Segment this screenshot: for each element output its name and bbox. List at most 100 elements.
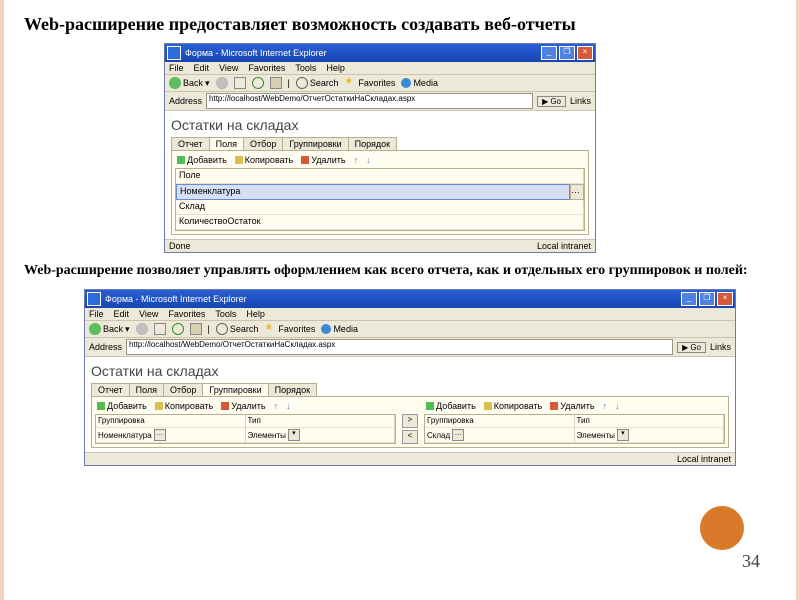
refresh-button[interactable] xyxy=(172,323,184,335)
grid-cell[interactable]: Номенклатура xyxy=(176,184,570,200)
menu-bar: File Edit View Favorites Tools Help xyxy=(165,62,595,75)
grid-cell[interactable]: Склад xyxy=(176,200,584,215)
menu-tools[interactable]: Tools xyxy=(215,309,236,319)
tab-fields[interactable]: Поля xyxy=(209,137,244,150)
delete-button[interactable]: Удалить xyxy=(301,155,345,165)
forward-button[interactable] xyxy=(136,323,148,335)
address-bar: Address http://localhost/WebDemo/ОтчетОс… xyxy=(165,92,595,111)
move-up-button[interactable]: ↑ xyxy=(274,401,279,411)
tab-filter[interactable]: Отбор xyxy=(243,137,283,150)
ie-logo-icon xyxy=(167,46,181,60)
delete-button[interactable]: Удалить xyxy=(221,401,265,411)
menu-help[interactable]: Help xyxy=(326,63,345,73)
add-button[interactable]: Добавить xyxy=(177,155,227,165)
tab-order[interactable]: Порядок xyxy=(348,137,397,150)
move-down-button[interactable]: ↓ xyxy=(615,401,620,411)
report-tabs: Отчет Поля Отбор Группировки Порядок xyxy=(171,137,589,150)
url-input[interactable]: http://localhost/WebDemo/ОтчетОстаткиНаС… xyxy=(206,93,533,109)
copy-button[interactable]: Копировать xyxy=(155,401,213,411)
report-tabs: Отчет Поля Отбор Группировки Порядок xyxy=(91,383,729,396)
slide-heading: Web-расширение предоставляет возможность… xyxy=(24,14,776,35)
toolbar: Back ▾ | Search ★Favorites Media xyxy=(165,75,595,92)
home-button[interactable] xyxy=(270,77,282,89)
back-button[interactable]: Back ▾ xyxy=(89,323,130,335)
back-icon xyxy=(89,323,101,335)
search-button[interactable]: Search xyxy=(296,77,339,89)
home-button[interactable] xyxy=(190,323,202,335)
stop-button[interactable] xyxy=(234,77,246,89)
ie-window-2: Форма - Microsoft Internet Explorer _ ❐ … xyxy=(84,289,736,466)
window-title: Форма - Microsoft Internet Explorer xyxy=(185,48,541,58)
grid-cell[interactable]: КоличествоОстаток xyxy=(176,215,584,230)
group-cell[interactable]: Номенклатура… xyxy=(96,428,246,443)
delete-button[interactable]: Удалить xyxy=(550,401,594,411)
move-left-button[interactable]: < xyxy=(402,430,418,444)
menu-file[interactable]: File xyxy=(169,63,184,73)
search-icon xyxy=(296,77,308,89)
tab-fields[interactable]: Поля xyxy=(129,383,164,396)
titlebar: Форма - Microsoft Internet Explorer _ ❐ … xyxy=(85,290,735,308)
media-button[interactable]: Media xyxy=(321,324,358,334)
move-right-button[interactable]: > xyxy=(402,414,418,428)
add-button[interactable]: Добавить xyxy=(426,401,476,411)
menu-file[interactable]: File xyxy=(89,309,104,319)
col-field: Поле xyxy=(176,169,584,184)
url-input[interactable]: http://localhost/WebDemo/ОтчетОстаткиНаС… xyxy=(126,339,673,355)
stop-button[interactable] xyxy=(154,323,166,335)
tab-groupings[interactable]: Группировки xyxy=(202,383,268,396)
menu-favorites[interactable]: Favorites xyxy=(168,309,205,319)
tab-filter[interactable]: Отбор xyxy=(163,383,203,396)
menu-view[interactable]: View xyxy=(219,63,238,73)
right-group-grid: ГруппировкаТип Склад… Элементы▾ xyxy=(424,414,725,444)
menu-tools[interactable]: Tools xyxy=(295,63,316,73)
minimize-button[interactable]: _ xyxy=(541,46,557,60)
type-cell[interactable]: Элементы▾ xyxy=(246,428,396,443)
tab-report[interactable]: Отчет xyxy=(91,383,130,396)
menu-view[interactable]: View xyxy=(139,309,158,319)
close-button[interactable]: × xyxy=(717,292,733,306)
slide-description: Web-расширение позволяет управлять оформ… xyxy=(24,263,776,279)
add-icon xyxy=(97,402,105,410)
menu-favorites[interactable]: Favorites xyxy=(248,63,285,73)
links-label[interactable]: Links xyxy=(710,342,731,352)
dropdown-icon[interactable]: ▾ xyxy=(617,429,629,441)
tab-groupings[interactable]: Группировки xyxy=(282,137,348,150)
links-label[interactable]: Links xyxy=(570,96,591,106)
tab-order[interactable]: Порядок xyxy=(268,383,317,396)
copy-icon xyxy=(235,156,243,164)
move-up-button[interactable]: ↑ xyxy=(354,155,359,165)
maximize-button[interactable]: ❐ xyxy=(699,292,715,306)
report-title: Остатки на складах xyxy=(91,363,729,379)
star-icon: ★ xyxy=(264,323,276,335)
forward-button[interactable] xyxy=(216,77,228,89)
add-button[interactable]: Добавить xyxy=(97,401,147,411)
menu-edit[interactable]: Edit xyxy=(114,309,130,319)
tab-report[interactable]: Отчет xyxy=(171,137,210,150)
copy-button[interactable]: Копировать xyxy=(484,401,542,411)
type-cell[interactable]: Элементы▾ xyxy=(575,428,725,443)
report-title: Остатки на складах xyxy=(171,117,589,133)
move-down-button[interactable]: ↓ xyxy=(366,155,371,165)
move-down-button[interactable]: ↓ xyxy=(286,401,291,411)
go-button[interactable]: ▶ Go xyxy=(537,96,566,107)
go-button[interactable]: ▶ Go xyxy=(677,342,706,353)
minimize-button[interactable]: _ xyxy=(681,292,697,306)
move-up-button[interactable]: ↑ xyxy=(603,401,608,411)
menu-edit[interactable]: Edit xyxy=(194,63,210,73)
window-title: Форма - Microsoft Internet Explorer xyxy=(105,294,681,304)
dropdown-icon[interactable]: … xyxy=(452,429,464,441)
cell-picker-button[interactable]: … xyxy=(570,184,584,200)
copy-button[interactable]: Копировать xyxy=(235,155,293,165)
back-button[interactable]: Back ▾ xyxy=(169,77,210,89)
dropdown-icon[interactable]: ▾ xyxy=(288,429,300,441)
refresh-button[interactable] xyxy=(252,77,264,89)
dropdown-icon[interactable]: … xyxy=(154,429,166,441)
close-button[interactable]: × xyxy=(577,46,593,60)
favorites-button[interactable]: ★Favorites xyxy=(264,323,315,335)
media-button[interactable]: Media xyxy=(401,78,438,88)
menu-help[interactable]: Help xyxy=(246,309,265,319)
group-cell[interactable]: Склад… xyxy=(425,428,575,443)
search-button[interactable]: Search xyxy=(216,323,259,335)
favorites-button[interactable]: ★Favorites xyxy=(344,77,395,89)
maximize-button[interactable]: ❐ xyxy=(559,46,575,60)
